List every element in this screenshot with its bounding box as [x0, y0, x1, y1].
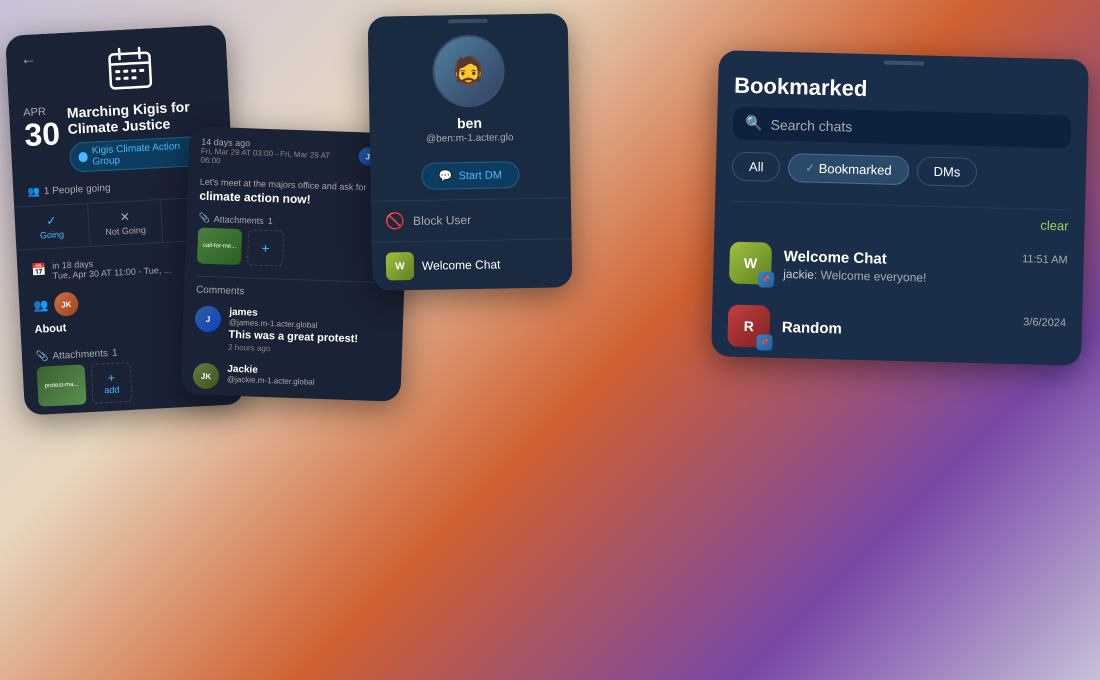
profile-card: 🧔 ben @ben:m-1.acter.glo 💬 Start DM 🚫 Bl… [368, 13, 573, 290]
block-user-label: Block User [413, 213, 471, 228]
commenter-avatar-1: J [195, 306, 222, 333]
bookmarks-title: Bookmarked [734, 73, 1073, 108]
filter-dms-button[interactable]: DMs [916, 156, 977, 187]
bookmarked-label: Bookmarked [818, 161, 891, 178]
random-chat-badge: 📌 [756, 334, 772, 350]
block-user-section[interactable]: 🚫 Block User [371, 197, 572, 241]
comment-item-2: JK Jackie @jackie.m-1.acter.global [180, 356, 401, 402]
random-chat-name: Random [782, 318, 1012, 341]
comment-content-2: Jackie @jackie.m-1.acter.global [227, 364, 315, 387]
start-dm-label: Start DM [458, 169, 502, 182]
block-icon: 🚫 [385, 211, 405, 231]
comment-attachment-thumb[interactable]: call-for-me... [197, 228, 242, 266]
preview-sender: jackie [783, 266, 814, 281]
dm-icon: 💬 [439, 169, 453, 182]
attendee-avatar: JK [54, 292, 79, 317]
back-button[interactable]: ← [20, 50, 37, 69]
filter-all-button[interactable]: All [732, 152, 781, 182]
profile-name: ben [457, 115, 482, 131]
not-going-button[interactable]: ✕ Not Going [88, 200, 164, 246]
profile-avatar-section: 🧔 ben @ben:m-1.acter.glo [368, 21, 570, 153]
search-bar[interactable]: 🔍 Search chats [733, 107, 1072, 149]
search-placeholder: Search chats [770, 116, 852, 134]
commenter-avatar-2: JK [193, 363, 220, 390]
random-chat-content: Random [782, 318, 1012, 341]
add-comment-attachment-button[interactable]: + [247, 229, 284, 266]
group-dot [78, 152, 88, 162]
welcome-chat-avatar: W 📌 [729, 242, 772, 285]
attachment-thumbnail[interactable]: protest-ma... [37, 364, 87, 406]
filter-row: All ✓ Bookmarked DMs [731, 148, 1070, 198]
profile-chat-name: Welcome Chat [422, 257, 501, 272]
attachment-name: protest-ma... [45, 382, 79, 390]
date-range: Fri, Mar 29 AT 03:00 - Fri, Mar 29 AT 06… [200, 147, 349, 170]
check-icon: ✓ [805, 162, 815, 175]
welcome-chat-badge: 📌 [758, 271, 774, 287]
search-icon: 🔍 [745, 115, 763, 132]
preview-text: Welcome everyone! [820, 267, 926, 284]
welcome-chat-content: Welcome Chat jackie: Welcome everyone! [783, 247, 1010, 286]
calendar-icon [104, 42, 157, 95]
chat-icon: W [386, 252, 414, 280]
comment-time-1: 2 hours ago [228, 343, 358, 357]
start-dm-button[interactable]: 💬 Start DM [422, 161, 520, 190]
profile-notch [448, 19, 488, 24]
chat-item-welcome[interactable]: W 📌 Welcome Chat jackie: Welcome everyon… [713, 230, 1085, 303]
random-chat-avatar: R 📌 [727, 305, 770, 348]
comment-content-1: james @james.m-1.acter.global This was a… [228, 307, 359, 356]
welcome-chat-time: 11:51 AM [1022, 253, 1068, 266]
going-button[interactable]: ✓ Going [14, 204, 90, 250]
filter-bookmarked-button[interactable]: ✓ Bookmarked [788, 153, 909, 185]
profile-chat-item[interactable]: W Welcome Chat [372, 238, 573, 290]
profile-avatar: 🧔 [432, 34, 505, 107]
clear-button[interactable]: clear [1040, 218, 1069, 234]
event-day: 30 [24, 117, 61, 151]
comment-attach-name: call-for-me... [203, 243, 237, 250]
commenter-handle-2: @jackie.m-1.acter.global [227, 375, 315, 387]
bookmarks-header: Bookmarked 🔍 Search chats All ✓ Bookmark… [715, 60, 1088, 206]
add-attachment-button[interactable]: + add [90, 362, 132, 404]
profile-handle: @ben:m-1.acter.glo [426, 132, 514, 145]
attach-row: call-for-me... + [197, 228, 394, 271]
chat-item-random[interactable]: R 📌 Random 3/6/2024 [711, 293, 1083, 366]
bookmarks-card: Bookmarked 🔍 Search chats All ✓ Bookmark… [711, 50, 1089, 366]
comment-item-1: J james @james.m-1.acter.global This was… [182, 299, 404, 364]
random-chat-time: 3/6/2024 [1023, 316, 1066, 329]
